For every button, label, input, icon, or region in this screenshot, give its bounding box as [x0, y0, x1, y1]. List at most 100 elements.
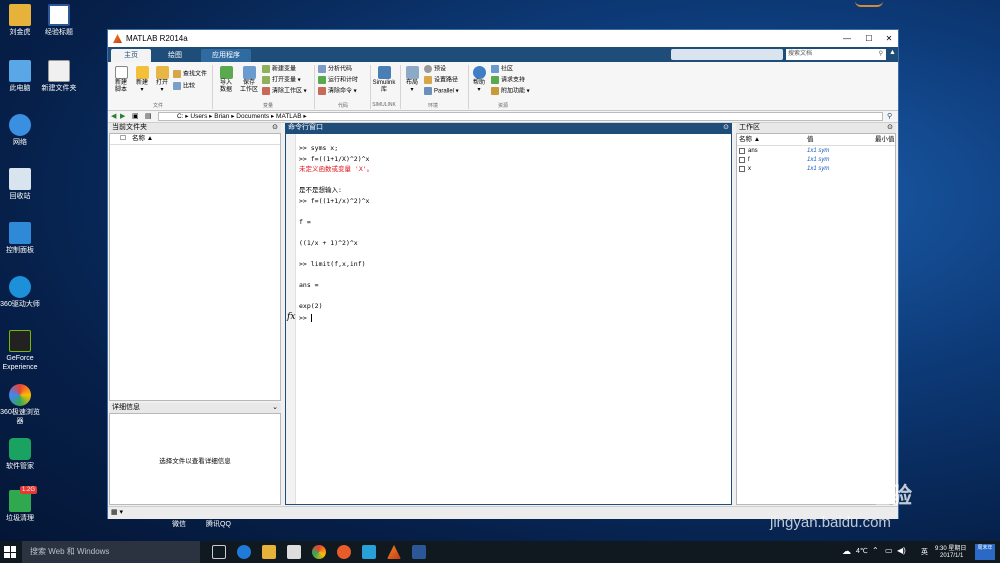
forward-arrow-icon[interactable]: ▶ — [120, 111, 125, 122]
desktop-icon-360-driver[interactable]: 360驱动大师 — [0, 276, 43, 309]
word-document-icon — [48, 4, 70, 26]
ime-indicator[interactable]: 英 — [921, 547, 928, 557]
compare-button[interactable]: 比较 — [173, 82, 195, 91]
browse-folder-icon[interactable]: ▤ — [145, 111, 152, 122]
parallel-button[interactable]: Parallel ▾ — [424, 87, 459, 96]
command-prompt[interactable]: >> — [299, 314, 312, 322]
community-button[interactable]: 社区 — [491, 65, 513, 74]
new-button[interactable]: 新建 ▾ — [133, 66, 151, 94]
minimize-button[interactable]: — — [838, 30, 856, 47]
workspace-panel[interactable]: 名称 ▲ 值 最小值 ans 1x1 sym f 1x1 sym x 1x1 s… — [736, 133, 896, 505]
group-resources-label: 资源 — [497, 103, 508, 109]
import-data-button[interactable]: 导入 数据 — [216, 66, 236, 94]
close-button[interactable]: ✕ — [880, 30, 898, 47]
notification-badge[interactable]: 周末年 — [975, 544, 995, 560]
taskbar-search-input[interactable]: 搜索 Web 和 Windows — [22, 541, 200, 563]
desktop-icon-360-browser[interactable]: 360极速浏览器 — [0, 384, 43, 426]
workspace-row[interactable]: f 1x1 sym — [737, 156, 892, 165]
desktop-icon-geforce[interactable]: GeForce Experience — [0, 330, 43, 372]
desktop-icon-word-doc[interactable]: 经验标题 — [36, 4, 82, 37]
analyze-code-button[interactable]: 分析代码 — [318, 65, 352, 74]
tab-apps[interactable]: 应用程序 — [201, 49, 251, 62]
desktop-icon-control-panel[interactable]: 控制面板 — [0, 222, 43, 255]
simulink-library-button[interactable]: Simulink 库 — [372, 66, 396, 94]
weather-temp: 4℃ — [856, 548, 868, 555]
file-explorer-icon[interactable] — [262, 545, 276, 559]
command-output-line: >> f=((1+1/X)^2)^x — [299, 154, 370, 163]
command-output-line: ((1/x + 1)^2)^x — [299, 238, 358, 247]
desktop-icon-new-folder[interactable]: 新建文件夹 — [36, 60, 82, 93]
community-icon — [491, 65, 499, 73]
checkbox-icon[interactable]: ☐ — [120, 134, 126, 144]
set-path-button[interactable]: 设置路径 — [424, 76, 458, 85]
variable-icon — [739, 148, 745, 154]
path-search-icon[interactable]: ⚲ — [887, 111, 892, 122]
addons-button[interactable]: 附加功能 ▾ — [491, 87, 530, 96]
workspace-row[interactable]: x 1x1 sym — [737, 165, 892, 174]
desktop-icon-software-manager[interactable]: 软件管家 — [0, 438, 43, 471]
folder-icon — [9, 4, 31, 26]
open-variable-button[interactable]: 打开变量 ▾ — [262, 76, 301, 85]
control-panel-icon — [9, 222, 31, 244]
network-globe-icon — [9, 114, 31, 136]
current-folder-panel[interactable]: ☐ 名称 ▲ — [109, 133, 281, 401]
task-view-icon[interactable] — [212, 545, 226, 559]
up-folder-icon[interactable]: ▣ — [132, 111, 139, 122]
start-button[interactable] — [4, 546, 16, 558]
media-player-icon[interactable] — [337, 545, 351, 559]
search-icon[interactable]: ⚲ — [879, 49, 883, 60]
search-docs-input[interactable]: 搜索文档 ⚲ — [786, 49, 886, 60]
volume-icon[interactable]: ◀) — [897, 546, 906, 555]
run-and-time-button[interactable]: 运行和计时 — [318, 76, 358, 85]
clock-time[interactable]: 9:30 星期日 — [935, 543, 966, 552]
new-variable-button[interactable]: 新建变量 — [262, 65, 296, 74]
network-icon[interactable]: ▭ — [885, 546, 893, 555]
weather-cloud-icon[interactable]: ☁ — [842, 546, 851, 557]
chevron-up-icon[interactable]: ⌃ — [872, 546, 879, 555]
command-output-line: >> syms x; — [299, 144, 339, 152]
app-d-icon[interactable] — [362, 545, 376, 559]
back-arrow-icon[interactable]: ◀ — [111, 111, 116, 122]
matlab-taskbar-icon[interactable] — [387, 545, 401, 559]
help-button[interactable]: 帮助 ▾ — [470, 66, 488, 94]
chevron-down-icon[interactable]: ⌄ — [272, 403, 278, 413]
clear-workspace-button[interactable]: 清除工作区 ▾ — [262, 87, 307, 96]
watermark-url: jingyan.baidu.com — [770, 514, 891, 531]
desktop-icon-network[interactable]: 网络 — [0, 114, 43, 147]
group-file-label: 文件 — [152, 103, 163, 109]
store-icon[interactable] — [287, 545, 301, 559]
collapse-ribbon-icon[interactable]: ▲ — [889, 49, 896, 56]
ws-col-min[interactable]: 最小值 — [875, 134, 895, 145]
desktop-icon-junk-clean[interactable]: 1.2G 垃圾清理 — [0, 486, 43, 523]
status-grip-icon[interactable]: ▦ ▾ — [111, 508, 123, 516]
new-script-button[interactable]: 新建 脚本 — [111, 66, 131, 94]
fx-icon[interactable]: fx — [287, 312, 295, 322]
panel-menu-icon[interactable]: ⊙ — [272, 123, 278, 133]
tab-plots[interactable]: 绘图 — [155, 49, 195, 62]
maximize-button[interactable]: ☐ — [860, 30, 878, 47]
tab-home[interactable]: 主页 — [111, 49, 151, 62]
open-button[interactable]: 打开 ▾ — [153, 66, 171, 94]
edge-browser-icon[interactable] — [237, 545, 251, 559]
desktop-label-wechat: 微信 — [172, 521, 186, 528]
command-window[interactable]: >> syms x; >> f=((1+1/X)^2)^x 未定义函数或变量 'X'… — [285, 133, 732, 505]
desktop-icon-recycle-bin[interactable]: 回收站 — [0, 168, 43, 201]
save-workspace-button[interactable]: 保存 工作区 — [238, 66, 260, 94]
ws-col-value[interactable]: 值 — [807, 134, 814, 145]
clear-workspace-icon — [262, 87, 270, 95]
path-input[interactable]: C: ▸ Users ▸ Brian ▸ Documents ▸ MATLAB … — [158, 112, 883, 121]
layout-button[interactable]: 布局 ▾ — [403, 66, 421, 94]
panel-menu-icon[interactable]: ⊙ — [723, 123, 729, 133]
folder-column-header[interactable]: ☐ 名称 ▲ — [110, 134, 280, 145]
workspace-row[interactable]: ans 1x1 sym — [737, 147, 892, 156]
ws-col-name[interactable]: 名称 ▲ — [739, 134, 760, 145]
request-support-button[interactable]: 请求支持 — [491, 76, 525, 85]
word-taskbar-icon[interactable] — [412, 545, 426, 559]
find-files-button[interactable]: 查找文件 — [173, 70, 207, 79]
panel-menu-icon[interactable]: ⊙ — [887, 123, 893, 133]
clear-commands-button[interactable]: 清除命令 ▾ — [318, 87, 357, 96]
preferences-button[interactable]: 预设 — [424, 65, 446, 74]
details-header[interactable]: 详细信息 ⌄ — [109, 403, 281, 413]
chrome-browser-icon[interactable] — [312, 545, 326, 559]
clock-date[interactable]: 2017/1/1 — [940, 553, 963, 559]
